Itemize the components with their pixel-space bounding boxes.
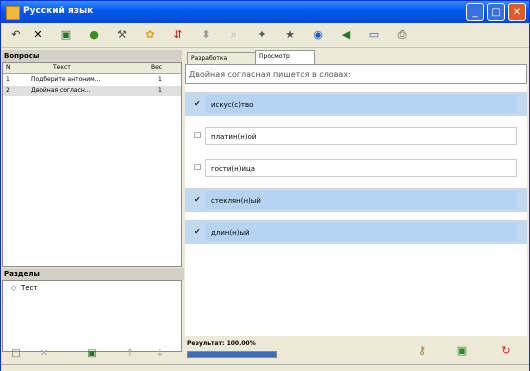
row-number: 2 — [6, 87, 10, 94]
undo-icon[interactable]: ↶ — [7, 26, 25, 44]
left-pane: Вопросы N Текст Вес 1 Подберите антоним.… — [2, 50, 184, 365]
tools-icon[interactable]: ⚒ — [113, 26, 131, 44]
status-bar — [1, 364, 529, 371]
answer-checkbox[interactable]: ☐ — [194, 132, 202, 140]
result-label: Результат: 100.00% — [187, 340, 256, 347]
table-row[interactable]: 2 Двойная согласн... 1 — [3, 86, 181, 96]
answer-row[interactable]: ✔ искус(с)тво — [185, 92, 527, 116]
refresh-icon[interactable]: ● — [85, 26, 103, 44]
star-icon[interactable]: ✦ — [253, 26, 271, 44]
right-pane: Разработка Просмотр Двойная согласная пи… — [185, 50, 529, 367]
minimize-button[interactable]: _ — [466, 3, 484, 21]
back-icon[interactable]: ◀ — [337, 26, 355, 44]
save-question-icon[interactable]: ▣ — [84, 346, 100, 362]
answer-row[interactable]: ☐ гости(н)ица — [185, 156, 527, 180]
flower-icon[interactable]: ✿ — [141, 26, 159, 44]
tab-bar: Разработка Просмотр — [185, 50, 529, 65]
answer-text: искус(с)тво — [205, 95, 517, 113]
row-number: 1 — [6, 76, 10, 83]
lock-icon[interactable]: ⬍ — [197, 26, 215, 44]
answer-text: платин(н)ой — [205, 127, 517, 145]
answer-text: стеклян(н)ый — [205, 191, 517, 209]
move-down-icon[interactable]: ↓ — [152, 346, 168, 362]
tab-label: Просмотр — [259, 53, 290, 60]
result-progress — [187, 351, 277, 358]
print-icon[interactable]: ⎙ — [393, 26, 411, 44]
answer-checkbox[interactable]: ☐ — [194, 164, 202, 172]
web-icon[interactable]: ◉ — [309, 26, 327, 44]
question-text: Двойная согласная пишется в словах: — [185, 64, 527, 84]
tab-preview[interactable]: Просмотр — [255, 50, 315, 65]
col-n[interactable]: N — [6, 64, 11, 71]
save-icon[interactable]: ▣ — [57, 26, 75, 44]
title-bar[interactable]: Русский язык _ □ ✕ — [1, 1, 529, 23]
toolbar: ↶ ✕ ▣ ● ⚒ ✿ ⇵ ⬍ ⌕ ✦ ★ ◉ ◀ ▭ ⎙ — [1, 23, 529, 48]
folder-icon: ◇ — [11, 284, 17, 292]
check-answer-icon[interactable]: ▣ — [453, 342, 471, 360]
sections-title: Разделы — [2, 268, 184, 280]
app-icon — [6, 6, 20, 20]
questions-grid[interactable]: N Текст Вес 1 Подберите антоним... 1 2 Д… — [2, 62, 182, 267]
answer-row[interactable]: ☐ платин(н)ой — [185, 124, 527, 148]
answer-checkbox[interactable]: ✔ — [194, 196, 202, 204]
left-toolbar: □ ✕ ▣ ↑ ↓ — [2, 341, 182, 365]
tab-label: Разработка — [191, 55, 228, 62]
close-button[interactable]: ✕ — [508, 3, 526, 21]
reset-icon[interactable]: ↻ — [497, 342, 515, 360]
key-icon[interactable]: ⚷ — [413, 342, 431, 360]
row-weight: 1 — [158, 76, 162, 83]
maximize-button[interactable]: □ — [487, 3, 505, 21]
table-row[interactable]: 1 Подберите антоним... 1 — [3, 75, 181, 85]
grid-header: N Текст Вес — [3, 63, 181, 74]
help-icon[interactable]: ⌕ — [225, 26, 243, 44]
app-window: Русский язык _ □ ✕ ↶ ✕ ▣ ● ⚒ ✿ ⇵ ⬍ ⌕ ✦ ★… — [0, 0, 530, 371]
answer-text: длин(н)ый — [205, 223, 517, 241]
sort-icon[interactable]: ⇵ — [169, 26, 187, 44]
progress-fill — [188, 352, 276, 357]
move-up-icon[interactable]: ↑ — [122, 346, 138, 362]
row-weight: 1 — [158, 87, 162, 94]
row-text: Подберите антоним... — [31, 76, 101, 83]
result-bar: Результат: 100.00% ⚷ ▣ ↻ — [185, 336, 527, 366]
col-weight[interactable]: Вес — [151, 64, 162, 71]
answer-text: гости(н)ица — [205, 159, 517, 177]
answers-list: ✔ искус(с)тво ☐ платин(н)ой ☐ гости(н)иц… — [185, 84, 527, 336]
answer-checkbox[interactable]: ✔ — [194, 100, 202, 108]
col-text[interactable]: Текст — [53, 64, 71, 71]
answer-row[interactable]: ✔ стеклян(н)ый — [185, 188, 527, 212]
answer-checkbox[interactable]: ✔ — [194, 228, 202, 236]
delete-icon[interactable]: ✕ — [29, 26, 47, 44]
answer-row[interactable]: ✔ длин(н)ый — [185, 220, 527, 244]
row-text: Двойная согласн... — [31, 87, 91, 94]
new-icon[interactable]: □ — [8, 346, 24, 362]
questions-title: Вопросы — [2, 50, 182, 62]
home-icon[interactable]: ★ — [281, 26, 299, 44]
window-title: Русский язык — [23, 6, 94, 16]
section-item[interactable]: Тест — [21, 284, 38, 292]
window-icon[interactable]: ▭ — [365, 26, 383, 44]
remove-icon[interactable]: ✕ — [36, 346, 52, 362]
